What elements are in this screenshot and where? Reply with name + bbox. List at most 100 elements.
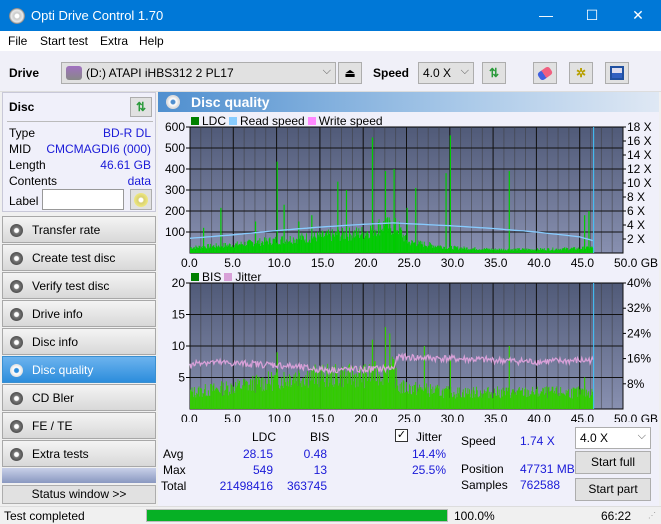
bis-bar	[471, 389, 473, 409]
start-full-button[interactable]: Start full	[575, 451, 651, 474]
bis-bar	[548, 386, 550, 409]
bis-bar	[214, 389, 216, 409]
maximize-button[interactable]: ☐	[569, 0, 615, 31]
resize-grip-icon[interactable]: ⋰	[648, 511, 656, 520]
y-tick-label: 5	[178, 371, 185, 385]
ldc-bar	[500, 250, 502, 253]
bis-bar	[225, 389, 226, 409]
bis-bar	[545, 393, 547, 409]
speed-select[interactable]: 4.0 X ⌵	[418, 62, 474, 84]
start-part-button[interactable]: Start part	[575, 478, 651, 501]
bis-bar	[246, 381, 248, 409]
bis-bar	[557, 396, 559, 409]
settings-button[interactable]: ✲	[569, 62, 593, 84]
bis-bar	[518, 388, 520, 409]
refresh-button[interactable]: ⇅	[482, 62, 506, 84]
bis-bar	[532, 386, 534, 409]
bis-bar	[350, 378, 352, 409]
drive-select[interactable]: (D:) ATAPI iHBS312 2 PL17 ⌵	[61, 62, 336, 84]
bis-bar	[456, 397, 458, 409]
status-window-button[interactable]: Status window >>	[2, 485, 156, 504]
menu-start-test[interactable]: Start test	[40, 34, 88, 48]
ldc-bar	[496, 249, 498, 253]
ldc-bar	[487, 249, 489, 253]
bis-bar	[437, 384, 438, 409]
bis-bar	[562, 392, 564, 409]
ldc-bar	[326, 230, 328, 253]
nav-extra-tests[interactable]: Extra tests	[2, 440, 156, 467]
nav-disc-quality[interactable]: Disc quality	[2, 356, 156, 383]
ldc-bar	[342, 232, 344, 253]
y-tick-label: 15	[172, 308, 186, 322]
bis-bar	[313, 367, 315, 409]
ldc-bar	[356, 231, 358, 253]
ldc-bar	[271, 245, 272, 253]
ldc-bar	[300, 239, 302, 253]
nav-drive-info[interactable]: Drive info	[2, 300, 156, 327]
nav-disc-info[interactable]: Disc info	[2, 328, 156, 355]
bis-bar	[426, 393, 428, 409]
bis-bar	[221, 395, 223, 409]
refresh-arrows-icon: ⇅	[135, 100, 147, 114]
ldc-bar	[525, 248, 527, 253]
position-value: 47731 MB	[520, 462, 575, 476]
ldc-bar	[398, 234, 399, 253]
save-button[interactable]	[605, 62, 629, 84]
ldc-bar	[378, 219, 380, 253]
jitter-checkbox[interactable]: ✓	[395, 429, 408, 442]
ldc-bar	[485, 248, 487, 253]
nav-transfer-rate[interactable]: Transfer rate	[2, 216, 156, 243]
bis-bar	[574, 388, 576, 409]
bis-bar	[327, 386, 329, 409]
bis-bar	[428, 393, 430, 409]
nav-create-test-disc[interactable]: Create test disc	[2, 244, 156, 271]
eject-button[interactable]: ⏏	[338, 62, 362, 84]
bis-bar	[345, 378, 347, 409]
nav-cd-bler[interactable]: CD Bler	[2, 384, 156, 411]
ldc-bar	[560, 250, 562, 253]
bis-avg: 0.48	[303, 447, 327, 461]
nav-fe-te[interactable]: FE / TE	[2, 412, 156, 439]
nav-verify-test-disc[interactable]: Verify test disc	[2, 272, 156, 299]
erase-button[interactable]	[533, 62, 557, 84]
bis-bar	[229, 393, 231, 409]
minimize-button[interactable]: —	[523, 0, 569, 31]
bis-bar	[240, 388, 242, 409]
close-button[interactable]: ✕	[615, 0, 661, 31]
ldc-bar	[564, 247, 566, 253]
bis-bar	[326, 367, 328, 409]
nav-spacer	[2, 468, 156, 483]
ldc-bar	[211, 247, 212, 253]
ldc-bar	[448, 247, 450, 253]
bis-bar	[279, 389, 281, 409]
ldc-bar	[516, 250, 518, 253]
bis-bar	[572, 387, 574, 409]
menu-file[interactable]: File	[8, 34, 27, 48]
x-tick-label: 5.0	[224, 256, 241, 270]
jitter-avg: 14.4%	[412, 447, 447, 461]
bis-bar	[406, 392, 408, 409]
ldc-bar	[390, 228, 392, 253]
ldc-bar	[403, 241, 405, 253]
label-input[interactable]	[42, 189, 124, 210]
ldc-bar	[589, 246, 591, 253]
ldc-bar	[344, 231, 346, 253]
test-speed-select[interactable]: 4.0 X ⌵	[575, 427, 651, 449]
menu-help[interactable]: Help	[139, 34, 164, 48]
ldc-bar	[507, 249, 509, 253]
ldc-bar	[423, 246, 424, 253]
bis-bar	[274, 375, 276, 409]
ldc-bar	[292, 244, 294, 253]
menu-extra[interactable]: Extra	[100, 34, 128, 48]
bis-bar	[559, 396, 561, 409]
bis-bar	[270, 385, 272, 409]
bis-bar	[287, 381, 289, 409]
ldc-bar	[305, 242, 307, 253]
bis-bar	[340, 369, 342, 409]
label-disc-button[interactable]	[130, 189, 152, 210]
disc-refresh-button[interactable]: ⇅	[130, 97, 152, 117]
ldc-bar	[411, 240, 413, 253]
bis-bar	[409, 385, 411, 409]
ldc-bar	[362, 231, 364, 253]
bis-bar	[482, 394, 484, 409]
